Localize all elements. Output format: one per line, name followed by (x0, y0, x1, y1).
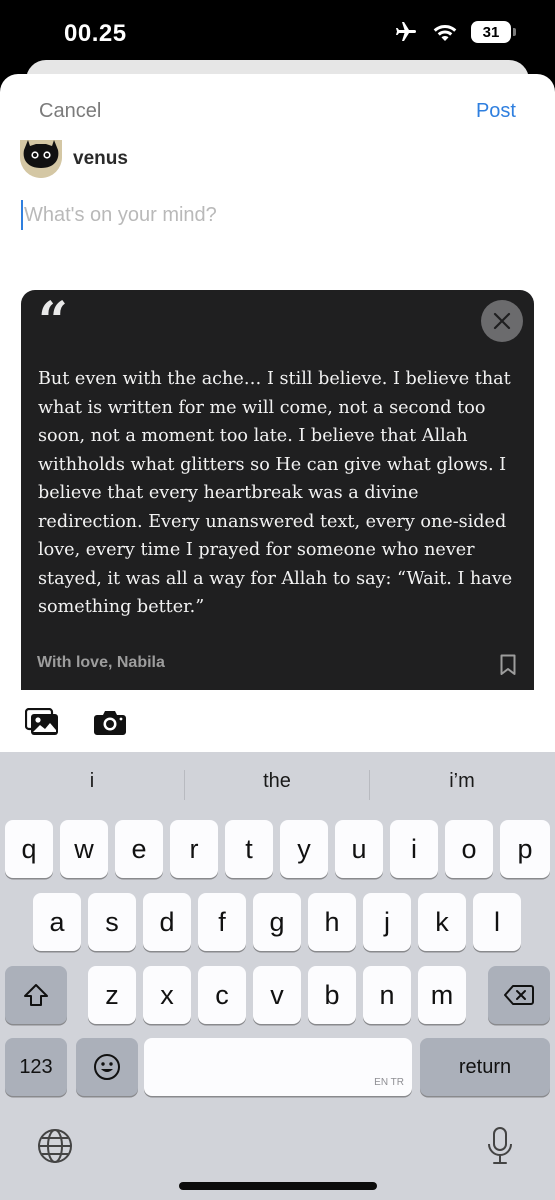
key-l[interactable]: l (473, 893, 521, 951)
globe-icon (38, 1129, 72, 1163)
battery-level: 31 (482, 23, 500, 41)
suggestion-1[interactable]: i (0, 770, 184, 793)
backspace-key[interactable] (488, 966, 550, 1024)
shift-key[interactable] (5, 966, 67, 1024)
space-language-label: EN TR (374, 1077, 404, 1088)
home-indicator (179, 1182, 377, 1190)
compose-input[interactable] (21, 200, 521, 230)
key-n[interactable]: n (363, 966, 411, 1024)
globe-button[interactable] (36, 1128, 74, 1166)
key-x[interactable]: x (143, 966, 191, 1024)
key-u[interactable]: u (335, 820, 383, 878)
camera-button[interactable] (92, 708, 128, 738)
key-c[interactable]: c (198, 966, 246, 1024)
battery-indicator: 31 (471, 21, 516, 43)
suggestion-bar: i the i’m (0, 752, 555, 814)
key-z[interactable]: z (88, 966, 136, 1024)
emoji-key[interactable] (76, 1038, 138, 1096)
quote-text: But even with the ache… I still believe.… (38, 369, 513, 617)
key-a[interactable]: a (33, 893, 81, 951)
key-o[interactable]: o (445, 820, 493, 878)
cancel-button[interactable]: Cancel (39, 100, 101, 123)
username[interactable]: venus (73, 148, 128, 170)
suggestion-3[interactable]: i’m (370, 770, 554, 793)
avatar[interactable] (20, 140, 62, 178)
key-j[interactable]: j (363, 893, 411, 951)
shift-icon (24, 984, 48, 1006)
status-bar: 00.25 31 (0, 0, 555, 68)
key-t[interactable]: t (225, 820, 273, 878)
remove-quote-button[interactable] (481, 300, 523, 342)
key-p[interactable]: p (500, 820, 550, 878)
numbers-key[interactable]: 123 (5, 1038, 67, 1096)
space-key[interactable]: EN TR (144, 1038, 412, 1096)
post-button[interactable]: Post (476, 100, 516, 123)
key-f[interactable]: f (198, 893, 246, 951)
key-d[interactable]: d (143, 893, 191, 951)
key-y[interactable]: y (280, 820, 328, 878)
airplane-icon (396, 22, 416, 41)
photo-gallery-icon (24, 707, 58, 735)
close-icon (493, 312, 511, 330)
key-v[interactable]: v (253, 966, 301, 1024)
return-key[interactable]: return (420, 1038, 550, 1096)
key-m[interactable]: m (418, 966, 466, 1024)
quote-attribution: With love, Nabila (37, 654, 165, 671)
key-s[interactable]: s (88, 893, 136, 951)
bookmark-icon[interactable] (500, 654, 516, 676)
keyboard: i the i’m q w e r t y u i o p a s d f g … (0, 752, 555, 1200)
backspace-icon (504, 985, 534, 1005)
photo-gallery-button[interactable] (24, 707, 60, 738)
dictation-button[interactable] (484, 1126, 516, 1166)
key-q[interactable]: q (5, 820, 53, 878)
camera-icon (94, 711, 126, 735)
suggestion-2[interactable]: the (185, 770, 369, 793)
status-icons: 31 (393, 20, 516, 44)
quote-icon: “ (38, 291, 68, 352)
cat-avatar-icon (20, 140, 62, 178)
microphone-icon (488, 1127, 512, 1164)
emoji-icon (94, 1054, 120, 1080)
quote-card: “ But even with the ache… I still believ… (21, 290, 534, 690)
key-b[interactable]: b (308, 966, 356, 1024)
key-e[interactable]: e (115, 820, 163, 878)
key-w[interactable]: w (60, 820, 108, 878)
key-r[interactable]: r (170, 820, 218, 878)
key-i[interactable]: i (390, 820, 438, 878)
key-g[interactable]: g (253, 893, 301, 951)
status-time: 00.25 (64, 20, 127, 47)
wifi-icon (433, 25, 457, 41)
compose-sheet: Cancel Post venus “ But even with the ac… (0, 74, 555, 754)
key-h[interactable]: h (308, 893, 356, 951)
key-k[interactable]: k (418, 893, 466, 951)
